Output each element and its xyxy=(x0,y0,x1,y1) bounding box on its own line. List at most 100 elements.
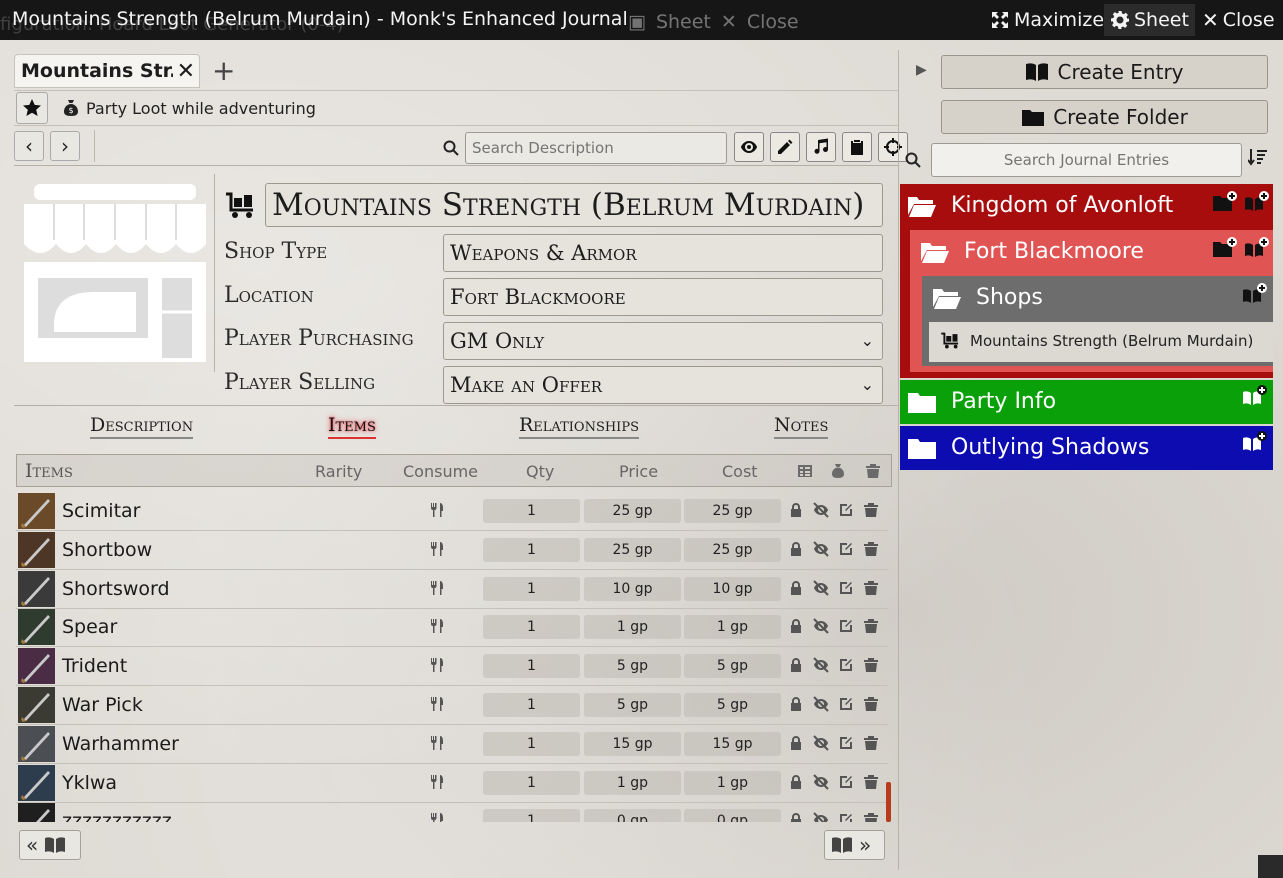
player-selling-select[interactable]: Make an Offer ⌄ xyxy=(443,366,883,404)
create-entry-in-folder-icon[interactable] xyxy=(1242,282,1268,304)
hide-item-button[interactable] xyxy=(813,773,829,794)
expand-triangle-icon[interactable]: ▶ xyxy=(916,62,927,78)
item-price[interactable]: 5 gp xyxy=(584,654,681,679)
item-thumbnail[interactable] xyxy=(18,493,55,529)
table-row[interactable]: Scimitar 1 25 gp 25 gp xyxy=(16,492,888,531)
item-name[interactable]: War Pick xyxy=(62,694,143,716)
item-cost[interactable]: 25 gp xyxy=(684,499,781,523)
tab-notes[interactable]: Notes xyxy=(774,414,829,439)
consume-toggle[interactable] xyxy=(430,541,444,561)
consume-toggle[interactable] xyxy=(430,618,444,638)
item-thumbnail[interactable] xyxy=(18,609,55,646)
create-subfolder-icon[interactable] xyxy=(1212,236,1238,258)
item-name[interactable]: Yklwa xyxy=(62,772,117,794)
show-players-button[interactable] xyxy=(734,132,764,162)
add-tab-icon[interactable]: + xyxy=(212,57,235,85)
player-purchasing-select[interactable]: GM Only ⌄ xyxy=(443,322,883,360)
create-entry-button[interactable]: Create Entry xyxy=(941,55,1268,89)
create-folder-button[interactable]: Create Folder xyxy=(941,100,1268,134)
item-price[interactable]: 1 gp xyxy=(584,770,681,795)
bookmark-party-loot[interactable]: $ Party Loot while adventuring xyxy=(62,99,316,118)
lock-item-button[interactable] xyxy=(788,580,804,600)
shop-name-field[interactable]: Mountains Strength (Belrum Murdain) xyxy=(265,183,883,227)
hide-item-button[interactable] xyxy=(813,618,829,638)
folder-header-fort-blackmoore[interactable]: Fort Blackmoore xyxy=(920,239,1144,264)
delete-item-button[interactable] xyxy=(863,580,879,600)
tab-relationships[interactable]: Relationships xyxy=(519,414,639,439)
folder-header-outlying-shadows[interactable]: Outlying Shadows xyxy=(907,435,1149,460)
item-name[interactable]: Spear xyxy=(62,616,117,638)
consume-toggle[interactable] xyxy=(430,812,444,822)
item-qty[interactable]: 1 xyxy=(483,499,580,523)
item-name[interactable]: Shortsword xyxy=(62,578,170,600)
edit-item-button[interactable] xyxy=(838,541,854,561)
hide-item-button[interactable] xyxy=(813,657,829,677)
sound-button[interactable] xyxy=(806,132,836,162)
shop-type-field[interactable]: Weapons & Armor xyxy=(443,234,883,272)
lock-item-button[interactable] xyxy=(788,541,804,561)
item-price[interactable]: 10 gp xyxy=(584,576,681,601)
locate-button[interactable] xyxy=(878,132,908,162)
item-price[interactable]: 25 gp xyxy=(584,499,681,523)
consume-toggle[interactable] xyxy=(430,657,444,677)
delete-item-button[interactable] xyxy=(863,657,879,677)
delete-item-button[interactable] xyxy=(863,735,879,755)
search-journal-input[interactable] xyxy=(931,143,1242,177)
tab-mountains-strength[interactable]: Mountains Str... ✕ xyxy=(14,54,200,88)
lock-item-button[interactable] xyxy=(788,618,804,638)
tab-description[interactable]: Description xyxy=(90,414,194,439)
item-qty[interactable]: 1 xyxy=(483,615,580,640)
consume-toggle[interactable] xyxy=(430,502,444,522)
window-resize-handle[interactable] xyxy=(1258,855,1283,878)
add-loot-icon[interactable] xyxy=(830,463,846,483)
hide-item-button[interactable] xyxy=(813,735,829,755)
create-entry-in-folder-icon[interactable] xyxy=(1244,236,1270,258)
back-button[interactable]: ‹ xyxy=(14,131,44,161)
item-thumbnail[interactable] xyxy=(18,531,55,568)
hide-item-button[interactable] xyxy=(813,812,829,822)
item-qty[interactable]: 1 xyxy=(483,537,580,562)
table-row[interactable]: Warhammer 1 15 gp 15 gp xyxy=(16,725,888,764)
column-price[interactable]: Price xyxy=(619,462,658,481)
delete-item-button[interactable] xyxy=(863,618,879,638)
clear-items-icon[interactable] xyxy=(865,463,881,483)
item-price[interactable]: 1 gp xyxy=(584,615,681,640)
column-rarity[interactable]: Rarity xyxy=(315,462,362,481)
item-qty[interactable]: 1 xyxy=(483,654,580,679)
edit-item-button[interactable] xyxy=(838,812,854,822)
collapse-sidebar-left-button[interactable]: « xyxy=(19,830,81,860)
item-price[interactable]: 25 gp xyxy=(584,537,681,562)
item-cost[interactable]: 0 gp xyxy=(684,809,781,822)
column-qty[interactable]: Qty xyxy=(526,462,554,481)
column-items[interactable]: Items xyxy=(25,460,73,482)
item-cost[interactable]: 5 gp xyxy=(684,693,781,717)
item-thumbnail[interactable] xyxy=(18,687,55,723)
consume-toggle[interactable] xyxy=(430,774,444,794)
item-price[interactable]: 5 gp xyxy=(584,693,681,717)
edit-item-button[interactable] xyxy=(838,774,854,794)
create-entry-in-folder-icon[interactable] xyxy=(1242,384,1268,406)
item-qty[interactable]: 1 xyxy=(483,576,580,601)
item-thumbnail[interactable] xyxy=(18,648,55,685)
table-row[interactable]: Shortsword 1 10 gp 10 gp xyxy=(16,570,888,609)
folder-header-shops[interactable]: Shops xyxy=(932,285,1043,310)
item-name[interactable]: Warhammer xyxy=(62,733,179,755)
consume-toggle[interactable] xyxy=(430,735,444,755)
consume-toggle[interactable] xyxy=(430,696,444,716)
table-row[interactable]: Trident 1 5 gp 5 gp xyxy=(16,647,888,687)
edit-item-button[interactable] xyxy=(838,696,854,716)
folder-header-kingdom[interactable]: Kingdom of Avonloft xyxy=(907,193,1173,218)
hide-item-button[interactable] xyxy=(813,696,829,716)
item-cost[interactable]: 5 gp xyxy=(684,654,781,679)
item-thumbnail[interactable] xyxy=(18,803,55,822)
item-qty[interactable]: 1 xyxy=(483,693,580,717)
window-titlebar[interactable]: figuration: Hoard Loot Generator (0-4) M… xyxy=(0,0,1283,40)
item-cost[interactable]: 10 gp xyxy=(684,576,781,601)
journal-entry-mountains-strength[interactable]: Mountains Strength (Belrum Murdain) xyxy=(940,332,1253,350)
item-thumbnail[interactable] xyxy=(18,725,55,762)
item-thumbnail[interactable] xyxy=(18,764,55,801)
lock-item-button[interactable] xyxy=(788,812,804,822)
location-field[interactable]: Fort Blackmoore xyxy=(443,278,883,316)
item-name[interactable]: zzzzzzzzzzz xyxy=(62,810,172,822)
column-cost[interactable]: Cost xyxy=(722,462,758,481)
